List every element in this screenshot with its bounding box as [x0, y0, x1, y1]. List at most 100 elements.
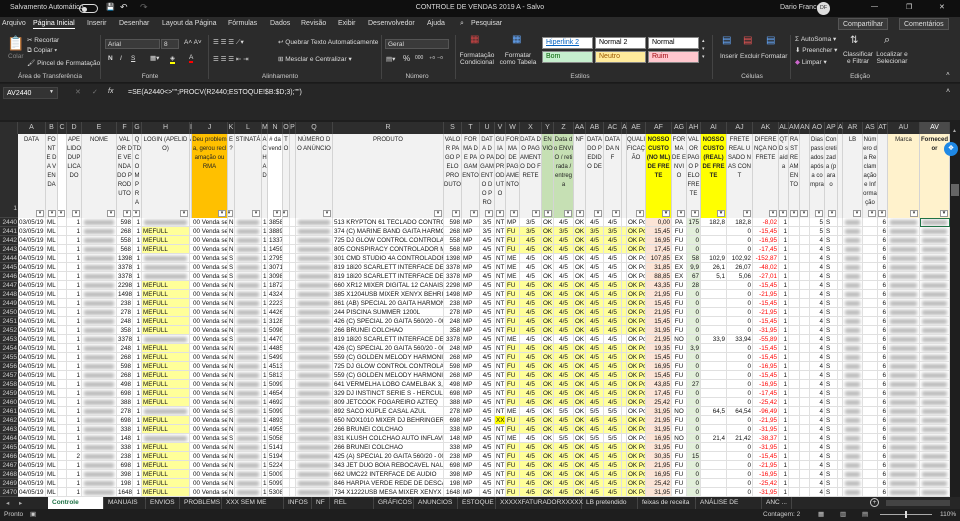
- cell-g[interactable]: 1: [133, 443, 142, 452]
- cell-o[interactable]: [283, 371, 290, 380]
- minimize-icon[interactable]: —: [871, 3, 878, 10]
- cell-f[interactable]: 2298: [117, 281, 133, 290]
- cell-e[interactable]: [82, 245, 117, 254]
- sheet-tab[interactable]: NF: [312, 497, 330, 509]
- cell-an[interactable]: [800, 362, 810, 371]
- cell-ab[interactable]: 4/5: [586, 218, 604, 227]
- cell-ai[interactable]: 26,1: [701, 263, 727, 272]
- cell-ak[interactable]: -31,95: [753, 425, 779, 434]
- cell-al[interactable]: 1: [779, 245, 789, 254]
- cell-b[interactable]: ML: [46, 407, 58, 416]
- header-cell-c[interactable]: ▾: [58, 134, 67, 218]
- cell-b[interactable]: ML: [46, 335, 58, 344]
- cell-u[interactable]: 4/5: [480, 236, 495, 245]
- search-box[interactable]: Pesquisar: [471, 20, 502, 27]
- cell-aa[interactable]: OK: [574, 461, 586, 470]
- cell-ae[interactable]: OK Pos: [627, 344, 646, 353]
- cell-z[interactable]: 4/5: [554, 425, 574, 434]
- cell-au[interactable]: [888, 407, 920, 416]
- cell-d[interactable]: 1: [67, 407, 82, 416]
- cell-d[interactable]: 1: [67, 326, 82, 335]
- cell-h[interactable]: [142, 407, 190, 416]
- cell-ao[interactable]: 4: [810, 299, 825, 308]
- cell-l[interactable]: [235, 416, 262, 425]
- cell-at[interactable]: 6: [878, 290, 888, 299]
- cell-av[interactable]: [920, 299, 950, 308]
- cell-s[interactable]: 338: [444, 443, 462, 452]
- cell-l[interactable]: [235, 353, 262, 362]
- cell-am[interactable]: [789, 371, 800, 380]
- cell-e[interactable]: [82, 227, 117, 236]
- cell-e[interactable]: [82, 488, 117, 497]
- row-header[interactable]: 1: [0, 134, 18, 218]
- cell-au[interactable]: [888, 479, 920, 488]
- cell-c[interactable]: [58, 353, 67, 362]
- cell-ao[interactable]: 4: [810, 290, 825, 299]
- cell-f[interactable]: 698: [117, 389, 133, 398]
- cell-z[interactable]: 4/5: [554, 398, 574, 407]
- cell-t[interactable]: MP: [462, 317, 480, 326]
- cell-b[interactable]: ML: [46, 416, 58, 425]
- cell-ab[interactable]: 4/5: [586, 371, 604, 380]
- cell-h[interactable]: MEFULL: [142, 443, 190, 452]
- cell-d[interactable]: 1: [67, 263, 82, 272]
- cell-n[interactable]: 44703: [268, 335, 283, 344]
- row-number[interactable]: 2466: [0, 452, 18, 461]
- cell-a[interactable]: 04/05/19: [18, 479, 46, 488]
- column-header-ak[interactable]: AK: [753, 122, 779, 134]
- cell-s[interactable]: 268: [444, 353, 462, 362]
- cell-aj[interactable]: 182,8: [727, 218, 753, 227]
- cell-ar[interactable]: [843, 290, 863, 299]
- cell-w[interactable]: ME: [506, 335, 520, 344]
- cell-as[interactable]: [863, 407, 878, 416]
- cell-w[interactable]: ME: [506, 407, 520, 416]
- column-header-v[interactable]: V: [495, 122, 506, 134]
- column-header-am[interactable]: AM: [789, 122, 800, 134]
- cell-aa[interactable]: OK: [574, 263, 586, 272]
- cell-w[interactable]: FU: [506, 245, 520, 254]
- cell-k[interactable]: S: [228, 335, 235, 344]
- filter-dropdown-ao[interactable]: ▾: [815, 210, 823, 217]
- cell-an[interactable]: [800, 479, 810, 488]
- cell-b[interactable]: ML: [46, 254, 58, 263]
- cell-s[interactable]: 358: [444, 326, 462, 335]
- cell-r[interactable]: 846 HARPIA VERDE REDE DE DESCAN: [333, 479, 444, 488]
- cell-au[interactable]: [888, 308, 920, 317]
- cell-at[interactable]: 6: [878, 452, 888, 461]
- cell-aj[interactable]: 0: [727, 470, 753, 479]
- cell-d[interactable]: 1: [67, 371, 82, 380]
- cell-aj[interactable]: 0: [727, 236, 753, 245]
- cell-x[interactable]: 4/5: [520, 416, 542, 425]
- cell-c[interactable]: [58, 380, 67, 389]
- cell-am[interactable]: [789, 461, 800, 470]
- cell-u[interactable]: 3/5: [480, 227, 495, 236]
- cell-u[interactable]: 4/5: [480, 425, 495, 434]
- cell-k[interactable]: N: [228, 218, 235, 227]
- cell-g[interactable]: 1: [133, 245, 142, 254]
- cell-au[interactable]: [888, 353, 920, 362]
- cell-l[interactable]: [235, 452, 262, 461]
- cell-q[interactable]: [296, 335, 333, 344]
- cell-y[interactable]: OK: [542, 326, 554, 335]
- cell-ak[interactable]: -96,49: [753, 407, 779, 416]
- column-header-t[interactable]: T: [462, 122, 480, 134]
- cell-k[interactable]: S: [228, 434, 235, 443]
- header-cell-ae[interactable]: QUALIFICAÇÃO ▾: [627, 134, 646, 218]
- cell-q[interactable]: [296, 362, 333, 371]
- cell-at[interactable]: 6: [878, 488, 888, 497]
- cell-h[interactable]: MEFULL: [142, 416, 190, 425]
- column-header-ar[interactable]: AR: [843, 122, 863, 134]
- cell-ar[interactable]: [843, 263, 863, 272]
- cell-x[interactable]: 4/5: [520, 488, 542, 497]
- column-header-z[interactable]: Z: [554, 122, 574, 134]
- cell-c[interactable]: [58, 434, 67, 443]
- cell-u[interactable]: 4/5: [480, 470, 495, 479]
- filter-dropdown-av[interactable]: ▾: [940, 210, 948, 217]
- cell-ae[interactable]: OK Pos: [627, 443, 646, 452]
- row-number[interactable]: 2447: [0, 281, 18, 290]
- cell-ab[interactable]: 4/5: [586, 362, 604, 371]
- cell-aa[interactable]: OK: [574, 245, 586, 254]
- cell-ag[interactable]: FU: [672, 362, 687, 371]
- cell-x[interactable]: 4/5: [520, 290, 542, 299]
- cell-o[interactable]: [283, 452, 290, 461]
